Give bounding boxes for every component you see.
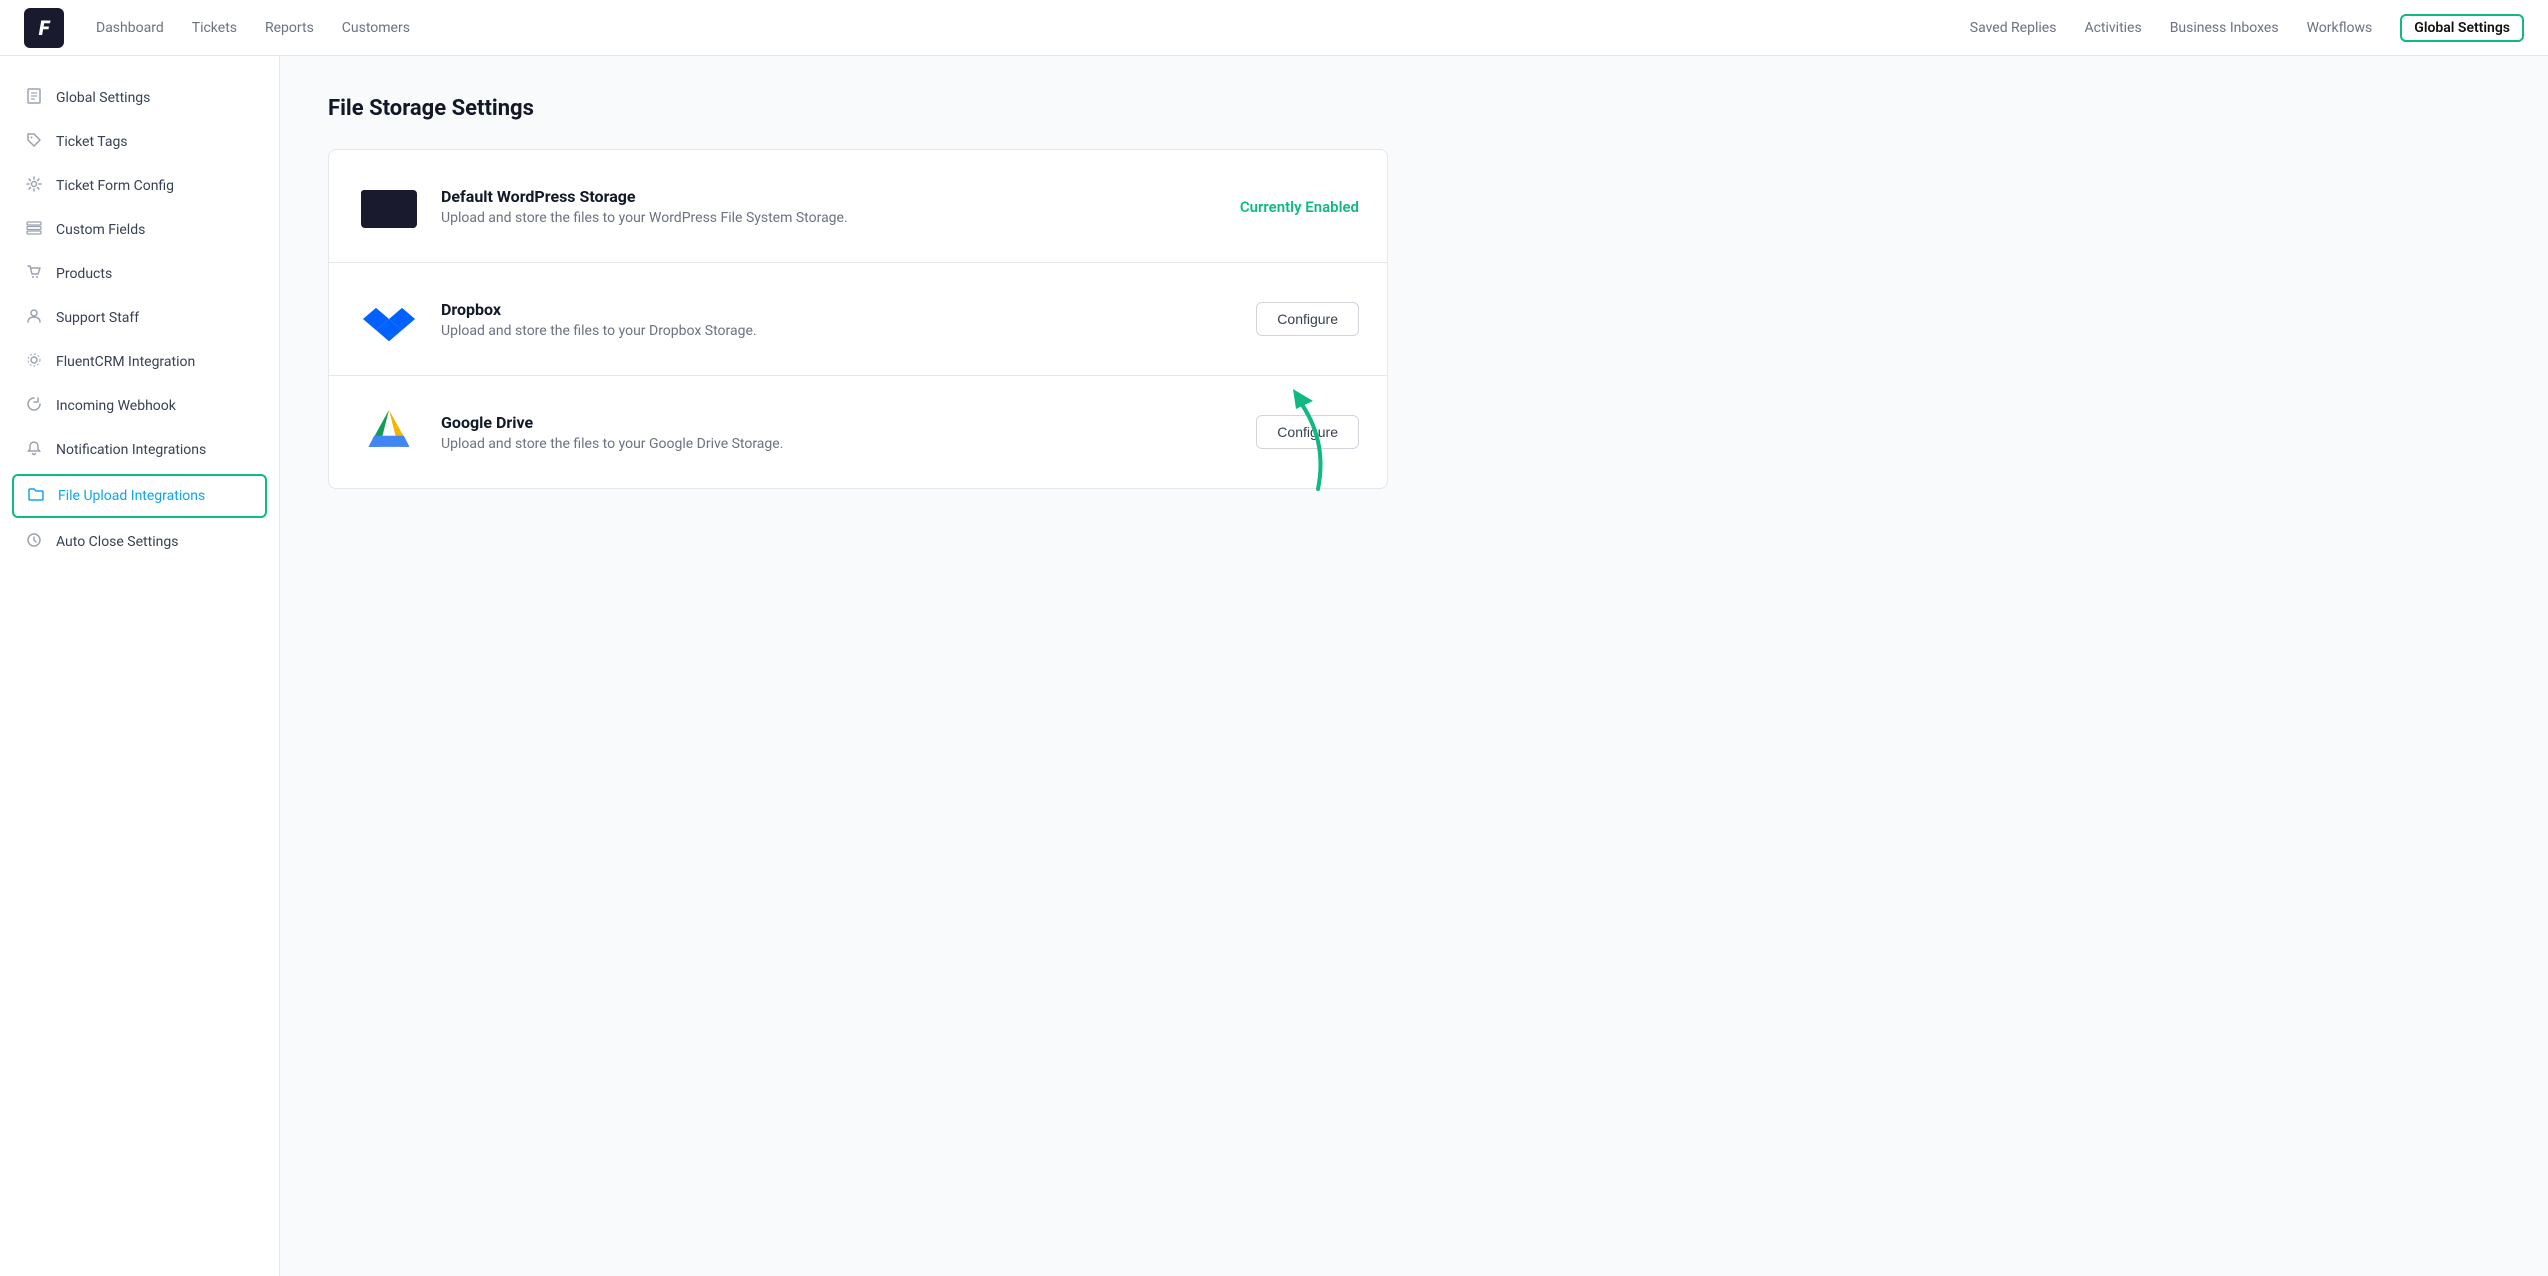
- main-layout: Global Settings Ticket Tags Ticket Form …: [0, 56, 2548, 1276]
- storage-row-gdrive: Google Drive Upload and store the files …: [329, 376, 1387, 488]
- gdrive-storage-info: Google Drive Upload and store the files …: [441, 413, 1236, 452]
- bell-icon: [24, 440, 44, 460]
- person-icon: [24, 308, 44, 328]
- nav-right-items: Saved Replies Activities Business Inboxe…: [1970, 14, 2524, 42]
- storage-options-container: Default WordPress Storage Upload and sto…: [328, 149, 1388, 489]
- sidebar-item-support-staff[interactable]: Support Staff: [0, 296, 279, 340]
- sidebar-label-global-settings: Global Settings: [56, 90, 150, 106]
- sidebar-label-incoming-webhook: Incoming Webhook: [56, 398, 176, 414]
- nav-customers[interactable]: Customers: [342, 20, 410, 36]
- wordpress-storage-info: Default WordPress Storage Upload and sto…: [441, 187, 1220, 226]
- wordpress-storage-name: Default WordPress Storage: [441, 187, 1220, 206]
- dropbox-storage-name: Dropbox: [441, 300, 1236, 319]
- nav-global-settings[interactable]: Global Settings: [2400, 14, 2524, 42]
- nav-left-items: Dashboard Tickets Reports Customers: [96, 20, 410, 36]
- nav-business-inboxes[interactable]: Business Inboxes: [2170, 20, 2279, 36]
- sidebar-item-global-settings[interactable]: Global Settings: [0, 76, 279, 120]
- nav-tickets[interactable]: Tickets: [192, 20, 237, 36]
- list-icon: [24, 220, 44, 240]
- gdrive-storage-name: Google Drive: [441, 413, 1236, 432]
- storage-row-dropbox: Dropbox Upload and store the files to yo…: [329, 263, 1387, 376]
- sidebar-item-products[interactable]: Products: [0, 252, 279, 296]
- nav-reports[interactable]: Reports: [265, 20, 314, 36]
- sidebar-item-notification-integrations[interactable]: Notification Integrations: [0, 428, 279, 472]
- tag-icon: [24, 132, 44, 152]
- logo-text: F: [39, 16, 50, 40]
- wordpress-storage-desc: Upload and store the files to your WordP…: [441, 210, 1220, 226]
- sidebar-label-ticket-form-config: Ticket Form Config: [56, 178, 174, 194]
- gdrive-storage-desc: Upload and store the files to your Googl…: [441, 436, 1236, 452]
- sidebar-label-file-upload-integrations: File Upload Integrations: [58, 488, 205, 504]
- currently-enabled-label: Currently Enabled: [1240, 198, 1359, 216]
- sidebar-item-ticket-tags[interactable]: Ticket Tags: [0, 120, 279, 164]
- green-arrow-annotation: [1238, 379, 1358, 499]
- wordpress-logo: [357, 174, 421, 238]
- sidebar-label-ticket-tags: Ticket Tags: [56, 134, 128, 150]
- app-logo[interactable]: F: [24, 8, 64, 48]
- sidebar-item-custom-fields[interactable]: Custom Fields: [0, 208, 279, 252]
- sidebar-label-notification-integrations: Notification Integrations: [56, 442, 206, 458]
- dropbox-configure-button[interactable]: Configure: [1256, 302, 1359, 336]
- page-title: File Storage Settings: [328, 96, 2500, 121]
- sidebar: Global Settings Ticket Tags Ticket Form …: [0, 56, 280, 1276]
- clock-icon: [24, 532, 44, 552]
- dropbox-logo: [357, 287, 421, 351]
- dropbox-storage-info: Dropbox Upload and store the files to yo…: [441, 300, 1236, 339]
- main-content: File Storage Settings Default WordPress …: [280, 56, 2548, 1276]
- sidebar-label-custom-fields: Custom Fields: [56, 222, 145, 238]
- nav-activities[interactable]: Activities: [2084, 20, 2141, 36]
- integration-icon: [24, 352, 44, 372]
- sidebar-item-ticket-form-config[interactable]: Ticket Form Config: [0, 164, 279, 208]
- nav-saved-replies[interactable]: Saved Replies: [1970, 20, 2057, 36]
- shopping-icon: [24, 264, 44, 284]
- gear-icon: [24, 176, 44, 196]
- sidebar-item-fluent-crm[interactable]: FluentCRM Integration: [0, 340, 279, 384]
- gdrive-logo: [357, 400, 421, 464]
- dropbox-storage-action: Configure: [1256, 302, 1359, 336]
- document-icon: [24, 88, 44, 108]
- sidebar-item-auto-close-settings[interactable]: Auto Close Settings: [0, 520, 279, 564]
- sidebar-item-file-upload-integrations[interactable]: File Upload Integrations: [12, 474, 267, 518]
- sidebar-item-incoming-webhook[interactable]: Incoming Webhook: [0, 384, 279, 428]
- sidebar-label-fluent-crm: FluentCRM Integration: [56, 354, 195, 370]
- webhook-icon: [24, 396, 44, 416]
- top-navigation: F Dashboard Tickets Reports Customers Sa…: [0, 0, 2548, 56]
- storage-row-wordpress: Default WordPress Storage Upload and sto…: [329, 150, 1387, 263]
- sidebar-label-auto-close-settings: Auto Close Settings: [56, 534, 178, 550]
- sidebar-label-support-staff: Support Staff: [56, 310, 139, 326]
- sidebar-label-products: Products: [56, 266, 112, 282]
- dropbox-storage-desc: Upload and store the files to your Dropb…: [441, 323, 1236, 339]
- wordpress-storage-action: Currently Enabled: [1240, 197, 1359, 216]
- folder-upload-icon: [26, 486, 46, 506]
- nav-dashboard[interactable]: Dashboard: [96, 20, 164, 36]
- nav-workflows[interactable]: Workflows: [2307, 20, 2373, 36]
